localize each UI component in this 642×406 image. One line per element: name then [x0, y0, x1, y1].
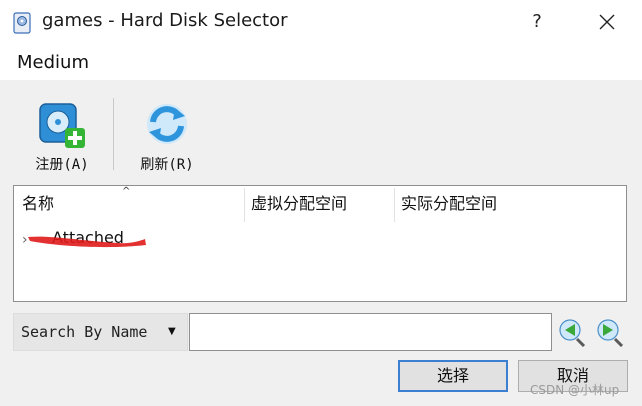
dropdown-arrow-icon: ▼ [168, 326, 176, 337]
add-disk-icon [39, 103, 85, 148]
refresh-button[interactable]: 刷新(R) [127, 98, 207, 178]
search-input[interactable] [189, 313, 552, 351]
refresh-label: 刷新(R) [140, 157, 194, 173]
search-next-button[interactable] [595, 317, 625, 348]
menu-medium[interactable]: Medium [17, 52, 89, 73]
search-previous-button[interactable] [557, 317, 587, 348]
column-divider[interactable] [244, 188, 245, 222]
arrow-left-icon [559, 319, 586, 348]
close-icon [599, 14, 615, 30]
column-header-virtual-size[interactable]: 虚拟分配空间 [251, 190, 347, 228]
toolbar-separator [113, 98, 114, 170]
search-mode-select[interactable]: Search By Name ▼ [13, 313, 188, 351]
register-label: 注册(A) [35, 157, 89, 173]
expand-chevron-icon[interactable]: › [22, 232, 28, 248]
window-title: games - Hard Disk Selector [42, 10, 288, 31]
choose-button[interactable]: 选择 [398, 360, 508, 392]
help-button[interactable]: ? [520, 6, 554, 38]
list-item[interactable]: Attached [52, 228, 124, 247]
arrow-right-icon [597, 319, 624, 348]
menu-bar [0, 44, 642, 80]
disk-icon [12, 12, 32, 34]
sort-arrow-icon: ^ [122, 186, 131, 197]
column-divider[interactable] [394, 188, 395, 222]
close-button[interactable] [590, 6, 624, 38]
watermark: CSDN @小林up [530, 383, 620, 397]
register-button[interactable]: 注册(A) [22, 98, 102, 178]
column-header-actual-size[interactable]: 实际分配空间 [401, 190, 497, 228]
refresh-icon [147, 104, 187, 144]
search-mode-label: Search By Name [21, 323, 148, 341]
column-header-name[interactable]: 名称 [22, 190, 54, 228]
